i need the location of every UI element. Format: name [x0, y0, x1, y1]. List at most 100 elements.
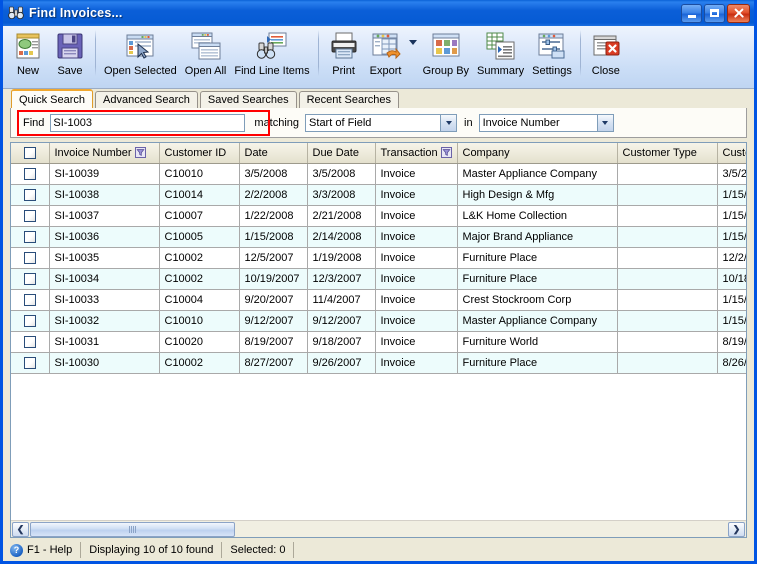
cell-due_date: 9/26/2007: [307, 352, 376, 374]
cell-customer_type: [617, 184, 718, 206]
row-select-cell[interactable]: [11, 205, 50, 227]
horizontal-scrollbar[interactable]: ❮ ❯: [11, 520, 746, 537]
cell-customer_type: [617, 163, 718, 185]
row-select-cell[interactable]: [11, 352, 50, 374]
row-checkbox[interactable]: [23, 357, 36, 370]
export-dropdown-arrow-icon[interactable]: [408, 26, 419, 72]
tab-saved-searches[interactable]: Saved Searches: [199, 91, 297, 108]
tab-quick-search[interactable]: Quick Search: [11, 89, 94, 108]
row-checkbox[interactable]: [23, 294, 36, 307]
minimize-button[interactable]: [681, 3, 702, 23]
toolbar-close-label: Close: [591, 65, 620, 77]
search-field-select[interactable]: Invoice Number: [478, 113, 614, 132]
cell-date: 12/5/2007: [239, 247, 308, 269]
column-header-customer_id[interactable]: Customer ID: [159, 143, 240, 164]
column-header-invoice_number[interactable]: Invoice Number: [49, 143, 160, 164]
row-checkbox[interactable]: [23, 273, 36, 286]
cell-customer_po: 10/18/2007: [717, 268, 746, 290]
cell-customer_id: C10002: [159, 352, 240, 374]
table-row[interactable]: SI-10030 C10002 8/27/2007 9/26/2007 Invoice F…: [11, 352, 746, 374]
column-filter-icon[interactable]: [134, 147, 146, 158]
toolbar-summary-button[interactable]: Summary: [473, 26, 528, 77]
select-all-header[interactable]: [11, 143, 50, 164]
column-header-customer_type[interactable]: Customer Type: [617, 143, 718, 164]
table-row[interactable]: SI-10033 C10004 9/20/2007 11/4/2007 Invoice C…: [11, 289, 746, 311]
row-select-cell[interactable]: [11, 226, 50, 248]
toolbar-separator: [95, 30, 96, 76]
results-grid: Invoice Number Customer ID Date Due Date Tra…: [10, 142, 747, 538]
row-checkbox[interactable]: [23, 252, 36, 265]
table-row[interactable]: SI-10034 C10002 10/19/2007 12/3/2007 Invoice…: [11, 268, 746, 290]
column-header-due_date[interactable]: Due Date: [307, 143, 376, 164]
row-checkbox[interactable]: [23, 336, 36, 349]
cell-due_date: 1/19/2008: [307, 247, 376, 269]
row-checkbox[interactable]: [23, 189, 36, 202]
cell-company: Master Appliance Company: [457, 310, 618, 332]
row-select-cell[interactable]: [11, 184, 50, 206]
column-filter-icon[interactable]: [440, 147, 452, 158]
table-row[interactable]: SI-10038 C10014 2/2/2008 3/3/2008 Invoice Hig…: [11, 184, 746, 206]
status-displaying-label: Displaying 10 of 10 found: [89, 544, 214, 556]
toolbar-open-all-button[interactable]: Open All: [181, 26, 231, 77]
tab-recent-searches[interactable]: Recent Searches: [298, 91, 399, 108]
table-row[interactable]: SI-10039 C10010 3/5/2008 3/5/2008 Invoice Mas…: [11, 163, 746, 185]
cell-date: 9/12/2007: [239, 310, 308, 332]
matching-mode-select[interactable]: Start of Field: [305, 113, 458, 132]
row-select-cell[interactable]: [11, 289, 50, 311]
cell-company: Furniture Place: [457, 247, 618, 269]
table-row[interactable]: SI-10036 C10005 1/15/2008 2/14/2008 Invoice M…: [11, 226, 746, 248]
chevron-down-icon[interactable]: [440, 114, 457, 131]
row-select-cell[interactable]: [11, 268, 50, 290]
search-input[interactable]: [50, 113, 246, 132]
toolbar-save-button[interactable]: Save: [49, 26, 91, 77]
table-row[interactable]: SI-10031 C10020 8/19/2007 9/18/2007 Invoice F…: [11, 331, 746, 353]
row-select-cell[interactable]: [11, 163, 50, 185]
toolbar-settings-button[interactable]: Settings: [528, 26, 576, 77]
cell-customer_po: 1/15/2008: [717, 205, 746, 227]
cell-due_date: 3/5/2008: [307, 163, 376, 185]
select-all-checkbox[interactable]: [23, 147, 36, 160]
cell-company: L&K Home Collection: [457, 205, 618, 227]
toolbar-new-button[interactable]: New: [7, 26, 49, 77]
table-row[interactable]: SI-10037 C10007 1/22/2008 2/21/2008 Invoice L…: [11, 205, 746, 227]
row-select-cell[interactable]: [11, 310, 50, 332]
tab-advanced-search[interactable]: Advanced Search: [95, 91, 198, 108]
cell-transaction: Invoice: [375, 205, 458, 227]
cell-transaction: Invoice: [375, 163, 458, 185]
scroll-left-button[interactable]: ❮: [12, 521, 29, 537]
status-help-label: F1 - Help: [27, 544, 73, 556]
row-select-cell[interactable]: [11, 331, 50, 353]
find-invoices-window: Find Invoices... New Save Open Selected …: [0, 0, 757, 564]
maximize-button[interactable]: [704, 3, 725, 23]
help-question-icon: ?: [10, 543, 23, 557]
row-checkbox[interactable]: [23, 168, 36, 181]
scrollbar-track[interactable]: [30, 521, 727, 537]
column-header-transaction[interactable]: Transaction: [375, 143, 458, 164]
chevron-down-icon[interactable]: [596, 114, 613, 131]
status-help-segment[interactable]: ? F1 - Help: [8, 542, 82, 558]
cell-customer_type: [617, 352, 718, 374]
scroll-right-button[interactable]: ❯: [728, 521, 745, 537]
row-checkbox[interactable]: [23, 210, 36, 223]
column-header-label: Invoice Number: [54, 147, 132, 159]
column-header-label: Customer Type: [622, 147, 697, 159]
toolbar-group-by-button[interactable]: Group By: [419, 26, 473, 77]
toolbar-export-button[interactable]: Export: [365, 26, 407, 77]
toolbar-find-line-items-button[interactable]: Find Line Items: [230, 26, 313, 77]
scrollbar-thumb[interactable]: [30, 521, 235, 537]
row-select-cell[interactable]: [11, 247, 50, 269]
row-checkbox[interactable]: [23, 315, 36, 328]
toolbar-open-selected-button[interactable]: Open Selected: [100, 26, 181, 77]
column-header-customer_po[interactable]: Customer P: [717, 143, 746, 164]
cell-invoice_number: SI-10031: [49, 331, 160, 353]
column-header-date[interactable]: Date: [239, 143, 308, 164]
close-button[interactable]: [727, 3, 750, 23]
toolbar-close-button[interactable]: Close: [585, 26, 627, 77]
table-row[interactable]: SI-10032 C10010 9/12/2007 9/12/2007 Invoice M…: [11, 310, 746, 332]
toolbar-print-button[interactable]: Print: [323, 26, 365, 77]
binoculars-icon: [8, 5, 24, 21]
column-header-company[interactable]: Company: [457, 143, 618, 164]
toolbar-new-label: New: [16, 65, 39, 77]
row-checkbox[interactable]: [23, 231, 36, 244]
table-row[interactable]: SI-10035 C10002 12/5/2007 1/19/2008 Invoice F…: [11, 247, 746, 269]
